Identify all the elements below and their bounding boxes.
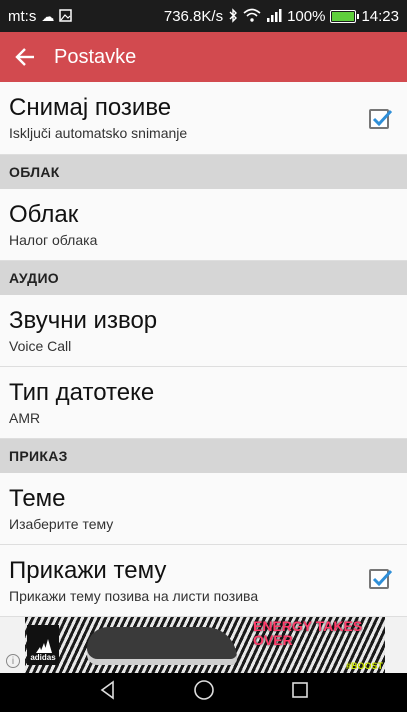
image-icon xyxy=(59,8,73,24)
record-calls-checkbox[interactable] xyxy=(369,109,393,129)
bluetooth-icon xyxy=(228,7,238,25)
nav-back-button[interactable] xyxy=(98,680,118,705)
ad-creative[interactable]: adidas ENERGY TAKES OVER #BOOST xyxy=(25,617,385,673)
clock: 14:23 xyxy=(361,7,399,25)
pref-summary: AMR xyxy=(9,410,41,426)
ad-info-icon[interactable]: i xyxy=(6,654,20,668)
pref-themes[interactable]: Теме Изаберите тему xyxy=(0,473,407,545)
carrier-label: mt:s xyxy=(8,7,37,25)
pref-title: Тип датотеке xyxy=(9,379,155,406)
wifi-icon xyxy=(243,8,261,24)
net-speed: 736.8K/s xyxy=(163,7,224,25)
pref-summary: Изаберите тему xyxy=(9,516,114,532)
nav-home-button[interactable] xyxy=(193,679,215,706)
pref-summary: Прикажи тему позива на листи позива xyxy=(9,588,259,604)
pref-title: Облак xyxy=(9,201,79,228)
ad-headline: ENERGY TAKES OVER xyxy=(253,618,363,648)
pref-title: Снимај позиве xyxy=(9,94,172,121)
pref-title: Звучни извор xyxy=(9,307,158,334)
app-bar: Postavke xyxy=(0,32,407,82)
pref-show-theme[interactable]: Прикажи тему Прикажи тему позива на лист… xyxy=(0,545,407,617)
signal-icon xyxy=(266,8,282,24)
ad-banner[interactable]: i adidas ENERGY TAKES OVER #BOOST xyxy=(0,617,407,673)
pref-sound-source[interactable]: Звучни извор Voice Call xyxy=(0,295,407,367)
nav-recents-button[interactable] xyxy=(290,680,310,705)
pref-summary: Налог облака xyxy=(9,232,98,248)
pref-summary: Voice Call xyxy=(9,338,72,354)
pref-cloud[interactable]: Облак Налог облака xyxy=(0,189,407,261)
battery-percent: 100% xyxy=(287,7,326,25)
pref-summary: Isključi automatsko snimanje xyxy=(9,125,188,141)
shoe-image xyxy=(87,627,237,665)
pref-title: Прикажи тему xyxy=(9,557,167,584)
check-icon xyxy=(372,109,393,127)
ad-tag: #BOOST xyxy=(345,661,383,671)
navigation-bar xyxy=(0,673,407,712)
check-icon xyxy=(372,569,393,587)
section-header-audio: АУДИО xyxy=(0,261,407,295)
triangle-back-icon xyxy=(100,680,114,700)
ad-brand: adidas xyxy=(30,653,56,662)
back-button[interactable] xyxy=(0,32,50,82)
section-header-display: ПРИКАЗ xyxy=(0,439,407,473)
battery-icon xyxy=(330,9,360,23)
circle-home-icon xyxy=(193,680,214,700)
square-recents-icon xyxy=(291,682,308,698)
pref-title: Теме xyxy=(9,485,66,512)
cloud-icon: ☁ xyxy=(41,8,55,24)
pref-record-calls[interactable]: Снимај позиве Isključi automatsko sniman… xyxy=(0,82,407,155)
preferences-list: Снимај позиве Isključi automatsko sniman… xyxy=(0,82,407,617)
section-header-cloud: ОБЛАК xyxy=(0,155,407,189)
ad-brand-logo: adidas xyxy=(27,625,59,665)
pref-file-type[interactable]: Тип датотеке AMR xyxy=(0,367,407,439)
status-bar: mt:s ☁ 736.8K/s 100% 14:23 xyxy=(0,0,407,32)
arrow-back-icon xyxy=(15,48,34,66)
page-title: Postavke xyxy=(54,45,137,68)
show-theme-checkbox[interactable] xyxy=(369,569,393,589)
